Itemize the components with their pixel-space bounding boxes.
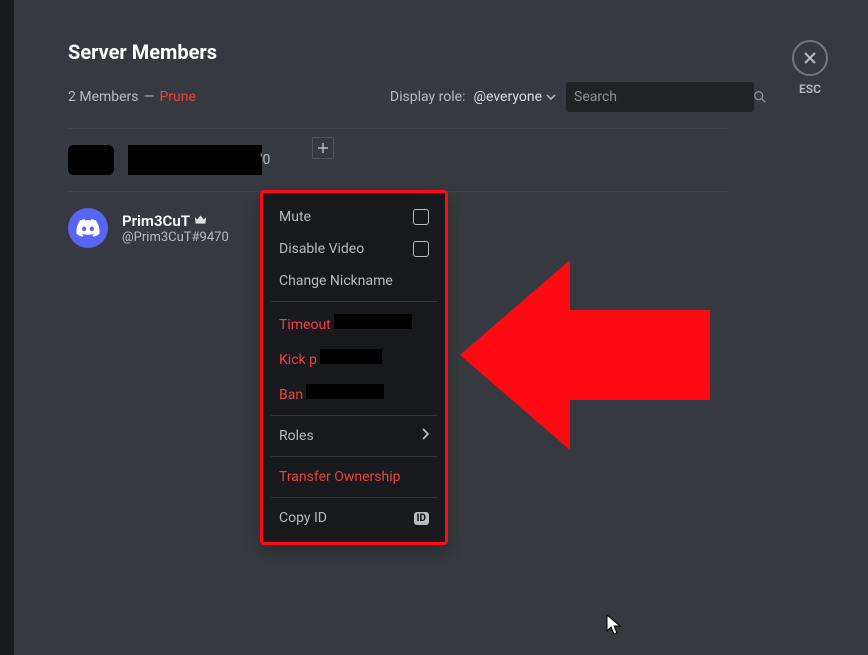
ctx-separator (271, 301, 437, 302)
id-badge-icon: ID (414, 512, 429, 525)
ctx-label: Disable Video (279, 241, 364, 257)
ctx-change-nickname[interactable]: Change Nickname (271, 265, 437, 297)
discord-logo-icon (76, 219, 100, 237)
member-context-menu: Mute Disable Video Change Nickname Timeo… (260, 190, 448, 545)
ctx-copy-id[interactable]: Copy ID ID (271, 502, 437, 534)
member-row[interactable]: '0 (68, 129, 728, 192)
esc-label: ESC (799, 82, 821, 96)
dash: — (144, 89, 155, 105)
chevron-right-icon (421, 428, 429, 444)
prune-link[interactable]: Prune (159, 89, 195, 105)
ctx-label: Roles (279, 428, 314, 444)
plus-icon (317, 142, 329, 154)
ctx-label: Ban (279, 387, 303, 403)
ctx-label: Copy ID (279, 510, 327, 526)
page-title: Server Members (68, 40, 754, 64)
redacted-suffix: '0 (260, 152, 270, 168)
redacted (320, 349, 382, 364)
member-tag: @Prim3CuT#9470 (122, 230, 229, 245)
ctx-transfer-ownership[interactable]: Transfer Ownership (271, 461, 437, 493)
sub-header-row: 2 Members — Prune Display role: @everyon… (68, 82, 754, 112)
role-selected-value: @everyone (473, 89, 542, 105)
avatar (68, 208, 108, 248)
close-button[interactable]: ESC (792, 40, 828, 76)
redacted (334, 314, 412, 329)
ctx-ban[interactable]: Ban (271, 376, 437, 411)
ctx-label: Change Nickname (279, 273, 393, 289)
member-count: 2 Members (68, 89, 139, 105)
ctx-roles[interactable]: Roles (271, 420, 437, 452)
ctx-timeout[interactable]: Timeout (271, 306, 437, 341)
member-name: Prim3CuT (122, 212, 190, 230)
redacted (306, 384, 384, 399)
ctx-label: Timeout (279, 317, 331, 333)
ctx-label: Kick p (279, 352, 317, 368)
mouse-cursor-icon (606, 614, 622, 636)
ctx-separator (271, 415, 437, 416)
ctx-label: Transfer Ownership (279, 469, 400, 485)
search-box[interactable] (566, 82, 754, 112)
ctx-separator (271, 456, 437, 457)
owner-crown-icon (194, 214, 207, 228)
close-icon (802, 50, 818, 66)
ctx-disable-video[interactable]: Disable Video (271, 233, 437, 265)
search-input[interactable] (574, 89, 752, 105)
avatar (68, 145, 114, 175)
ctx-mute[interactable]: Mute (271, 201, 437, 233)
display-role-label: Display role: (390, 89, 466, 105)
checkbox-unchecked-icon (413, 241, 429, 257)
redacted-name (128, 145, 262, 175)
ctx-separator (271, 497, 437, 498)
add-role-button[interactable] (312, 137, 334, 159)
ctx-label: Mute (279, 209, 311, 225)
chevron-down-icon (546, 92, 556, 102)
role-select[interactable]: @everyone (473, 89, 556, 105)
search-icon (752, 89, 768, 105)
checkbox-unchecked-icon (413, 209, 429, 225)
ctx-kick[interactable]: Kick p (271, 341, 437, 376)
app-sidebar-strip (0, 0, 14, 655)
